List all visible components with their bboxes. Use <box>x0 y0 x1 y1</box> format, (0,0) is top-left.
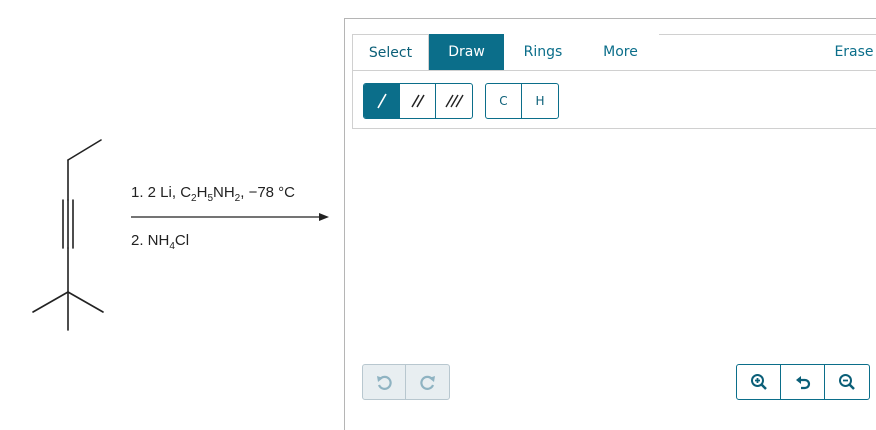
tab-select[interactable]: Select <box>352 34 429 70</box>
drawing-canvas[interactable] <box>352 130 876 355</box>
redo-icon <box>419 375 435 390</box>
reactant-molecule <box>32 139 104 331</box>
reagent-step-1: 1. 2 Li, C2H5NH2, −78 °C <box>131 184 296 204</box>
ethyl-bond <box>67 139 102 161</box>
tab-more[interactable]: More <box>582 34 659 70</box>
tab-bar: Select Draw Rings More Erase <box>352 34 876 71</box>
triple-bond-button[interactable] <box>436 84 472 118</box>
reaction-arrow <box>131 213 329 221</box>
double-bond-button[interactable] <box>400 84 436 118</box>
zoom-controls <box>736 364 870 400</box>
history-controls <box>362 364 450 400</box>
zoom-in-button[interactable] <box>737 365 781 399</box>
zoom-reset-button[interactable] <box>781 365 825 399</box>
tab-draw[interactable]: Draw <box>429 34 504 70</box>
drawing-editor: Select Draw Rings More Erase C H <box>344 18 876 430</box>
hydrogen-atom-button[interactable]: H <box>522 84 558 118</box>
single-bond-icon <box>376 93 387 109</box>
zoom-in-icon <box>750 374 767 390</box>
undo-icon <box>377 375 392 390</box>
zoom-out-icon <box>839 374 855 390</box>
tbutyl-right <box>67 291 104 313</box>
reagent-step-2: 2. NH4Cl <box>131 232 190 252</box>
triple-bond-icon <box>445 94 464 108</box>
single-bond-button[interactable] <box>364 84 400 118</box>
carbon-atom-button[interactable]: C <box>486 84 522 118</box>
zoom-reset-icon <box>795 376 810 390</box>
redo-button[interactable] <box>406 365 449 399</box>
bond-tools <box>363 83 473 119</box>
atom-tools: C H <box>485 83 559 119</box>
tab-rings[interactable]: Rings <box>504 34 582 70</box>
tbutyl-left <box>32 291 69 313</box>
tab-erase[interactable]: Erase <box>824 34 876 70</box>
draw-toolbar: C H <box>352 71 876 129</box>
zoom-out-button[interactable] <box>825 365 869 399</box>
double-bond-icon <box>410 94 425 108</box>
undo-button[interactable] <box>363 365 406 399</box>
